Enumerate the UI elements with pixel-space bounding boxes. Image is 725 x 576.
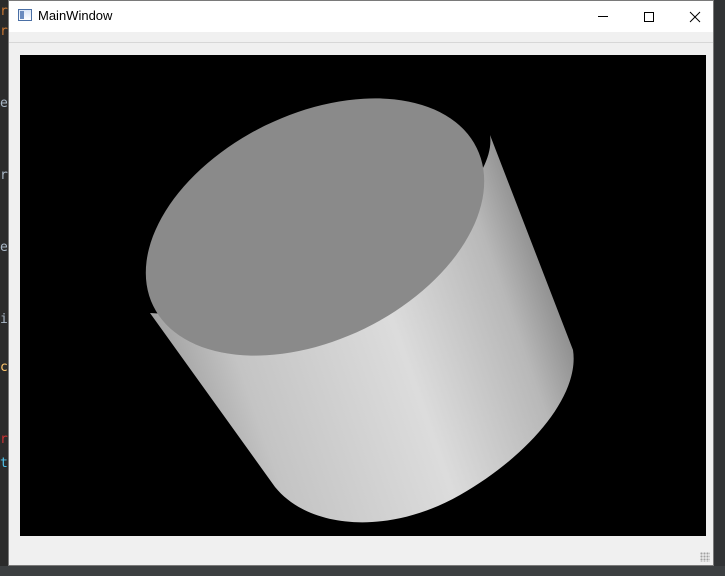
close-button[interactable]	[672, 1, 718, 32]
background-code-glyph: i	[0, 312, 8, 327]
title-bar[interactable]: MainWindow	[9, 1, 713, 32]
background-editor-statusbar	[0, 566, 725, 576]
close-icon	[689, 11, 701, 22]
background-code-glyph: c	[0, 360, 8, 375]
minimize-icon	[598, 16, 608, 17]
status-bar	[9, 541, 713, 565]
window-title: MainWindow	[38, 8, 113, 23]
background-code-glyph: r	[0, 432, 8, 447]
toolbar-separator	[9, 42, 713, 43]
main-window: MainWindow	[8, 0, 714, 566]
background-editor-scroll-strip	[713, 0, 725, 576]
background-code-glyph: t	[0, 456, 8, 471]
cylinder-render	[145, 98, 574, 523]
minimize-button[interactable]	[580, 1, 626, 32]
background-code-glyph: e	[0, 240, 8, 255]
background-code-glyph: r	[0, 24, 8, 39]
opengl-viewport[interactable]	[20, 55, 706, 536]
maximize-button[interactable]	[626, 1, 672, 32]
background-code-glyph: r	[0, 4, 8, 19]
background-code-glyph: e	[0, 96, 8, 111]
application-window-icon[interactable]	[18, 9, 32, 21]
maximize-icon	[644, 11, 654, 22]
background-code-glyph: r	[0, 168, 8, 183]
resize-grip-icon[interactable]	[700, 552, 710, 562]
